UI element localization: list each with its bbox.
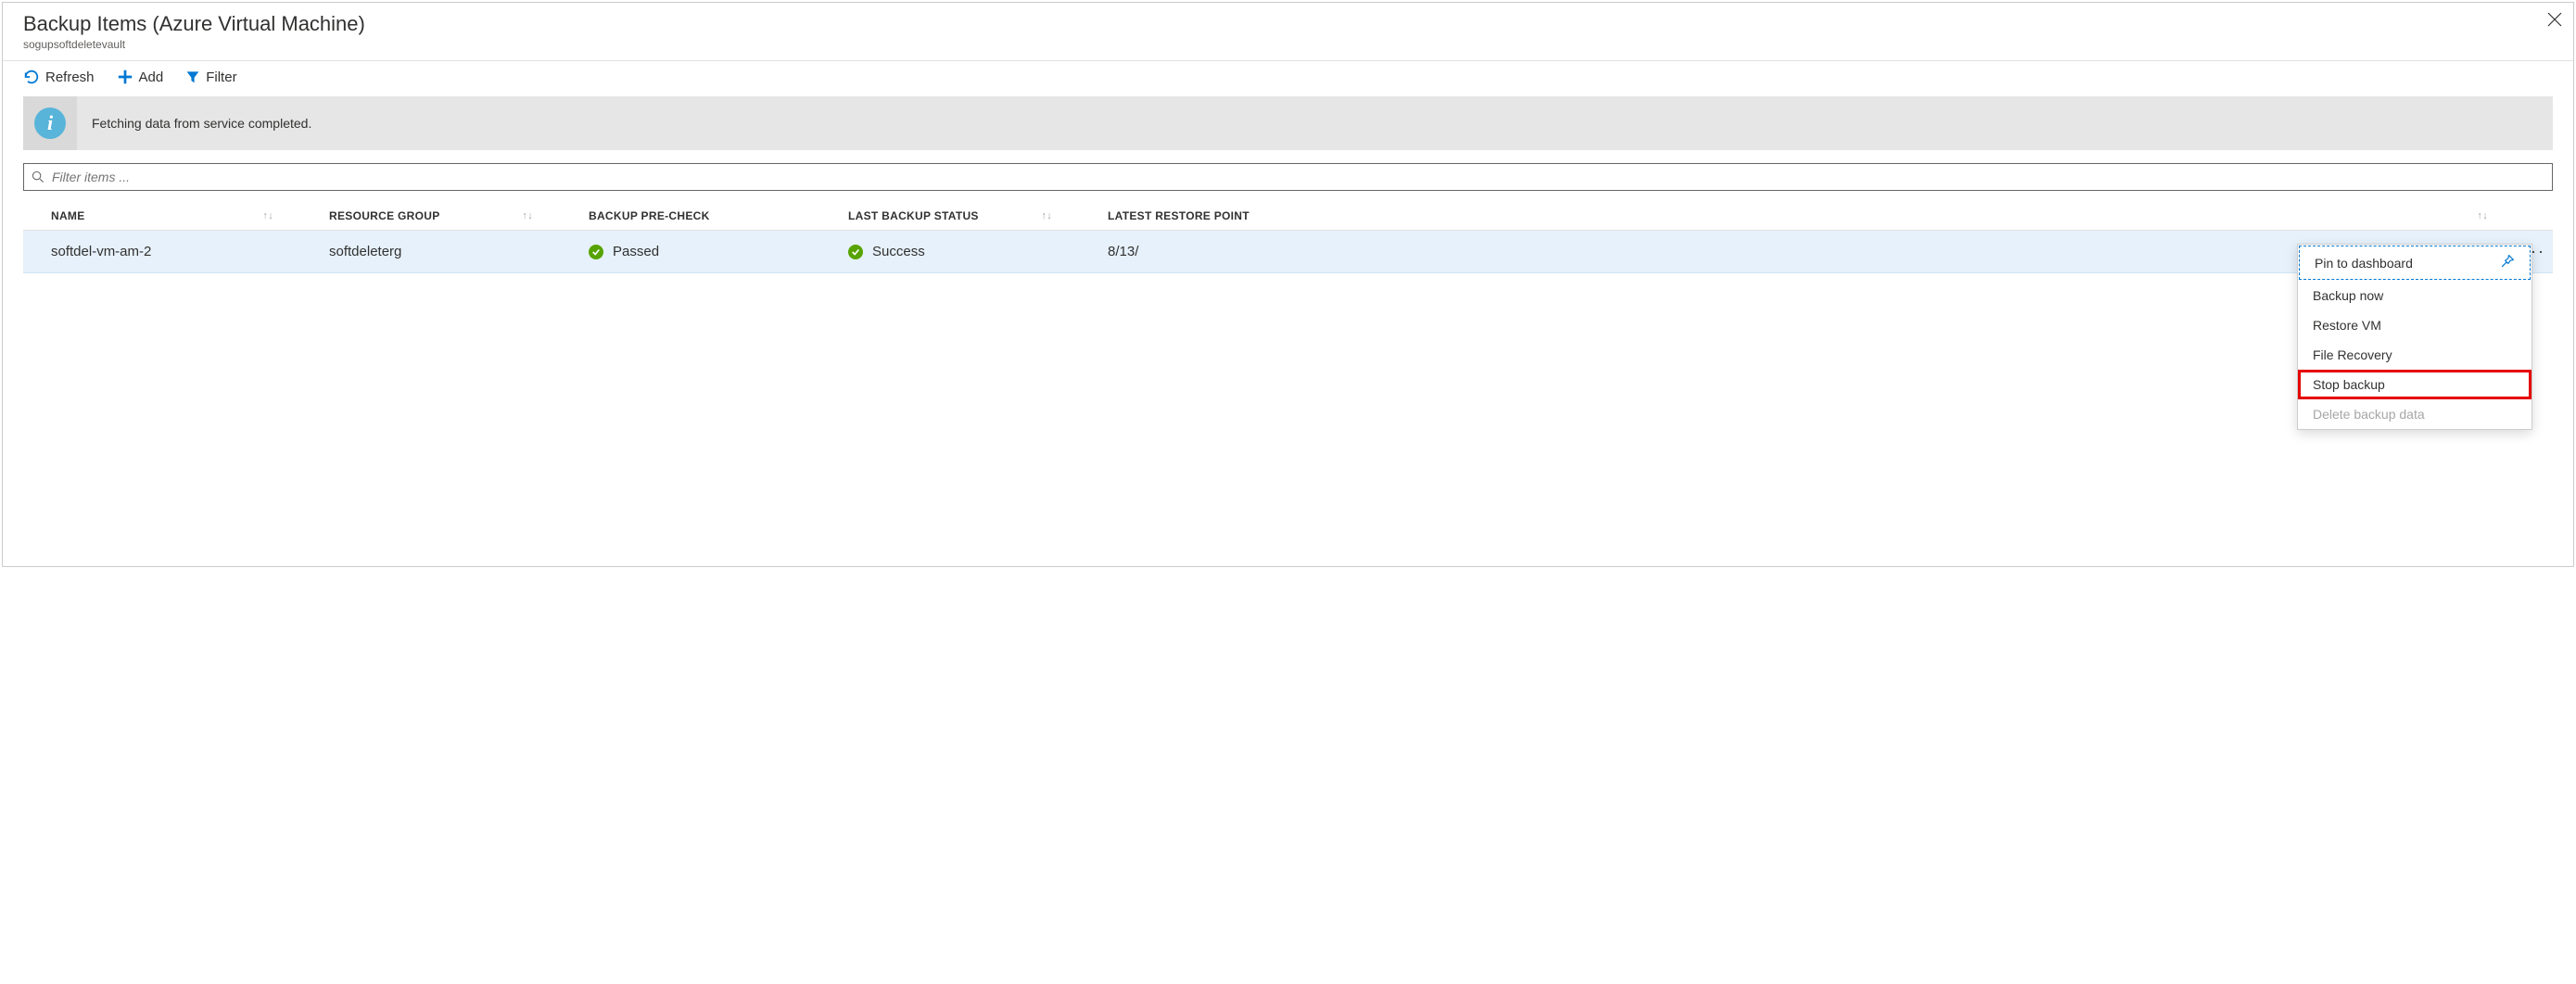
filter-label: Filter	[206, 69, 236, 85]
sort-icon: ↑↓	[1041, 211, 1052, 221]
cell-name: softdel-vm-am-2	[23, 244, 301, 259]
filter-button[interactable]: Filter	[185, 69, 236, 85]
blade-container: Backup Items (Azure Virtual Machine) sog…	[2, 2, 2574, 567]
context-menu: Pin to dashboard Backup now Restore VM F…	[2297, 244, 2532, 430]
info-message: Fetching data from service completed.	[77, 116, 311, 131]
command-bar: Refresh Add Filter	[3, 61, 2573, 96]
table-row[interactable]: softdel-vm-am-2 softdeleterg Passed Succ…	[23, 231, 2553, 273]
column-header-status[interactable]: LAST BACKUP STATUS ↑↓	[820, 209, 1080, 222]
filter-icon	[185, 69, 200, 84]
column-header-actions	[2516, 209, 2553, 222]
add-label: Add	[139, 69, 164, 85]
add-button[interactable]: Add	[117, 69, 164, 85]
sort-icon: ↑↓	[522, 211, 533, 221]
close-icon[interactable]	[2547, 12, 2562, 31]
menu-restore-vm[interactable]: Restore VM	[2298, 310, 2532, 340]
menu-stop-backup[interactable]: Stop backup	[2298, 370, 2532, 399]
check-icon	[848, 245, 863, 259]
menu-backup-now[interactable]: Backup now	[2298, 281, 2532, 310]
search-icon	[32, 170, 44, 183]
column-header-resource-group[interactable]: RESOURCE GROUP ↑↓	[301, 209, 561, 222]
filter-input[interactable]	[50, 169, 2544, 185]
info-bar: i Fetching data from service completed.	[23, 96, 2553, 150]
menu-pin-to-dashboard[interactable]: Pin to dashboard	[2299, 246, 2531, 280]
page-title: Backup Items (Azure Virtual Machine)	[23, 12, 2553, 36]
cell-pre-check: Passed	[561, 244, 820, 259]
cell-resource-group: softdeleterg	[301, 244, 561, 259]
pin-icon	[2500, 254, 2515, 271]
backup-items-table: NAME ↑↓ RESOURCE GROUP ↑↓ BACKUP PRE-CHE…	[23, 202, 2553, 273]
filter-items-box[interactable]	[23, 163, 2553, 191]
column-header-pre-check[interactable]: BACKUP PRE-CHECK	[561, 209, 820, 222]
sort-icon: ↑↓	[262, 211, 273, 221]
blade-header: Backup Items (Azure Virtual Machine) sog…	[3, 3, 2573, 57]
content-area: i Fetching data from service completed. …	[3, 96, 2573, 273]
column-header-name[interactable]: NAME ↑↓	[23, 209, 301, 222]
column-header-restore[interactable]: LATEST RESTORE POINT ↑↓	[1080, 209, 2516, 222]
info-icon-wrap: i	[23, 96, 77, 150]
refresh-button[interactable]: Refresh	[23, 69, 95, 85]
refresh-label: Refresh	[45, 69, 95, 85]
check-icon	[589, 245, 603, 259]
sort-icon: ↑↓	[2477, 211, 2488, 221]
info-icon: i	[34, 107, 66, 139]
cell-status: Success	[820, 244, 1080, 259]
menu-file-recovery[interactable]: File Recovery	[2298, 340, 2532, 370]
menu-delete-backup-data: Delete backup data	[2298, 399, 2532, 429]
refresh-icon	[23, 69, 40, 85]
page-subtitle: sogupsoftdeletevault	[23, 38, 2553, 51]
plus-icon	[117, 69, 133, 85]
table-header-row: NAME ↑↓ RESOURCE GROUP ↑↓ BACKUP PRE-CHE…	[23, 202, 2553, 231]
